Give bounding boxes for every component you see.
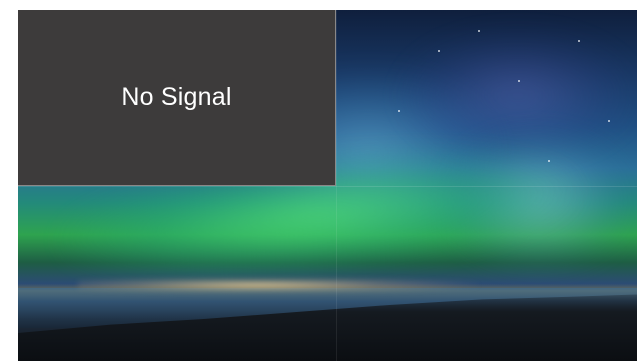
star [608, 120, 610, 122]
no-signal-text: No Signal [121, 83, 232, 111]
main-display: No Signal [18, 10, 637, 361]
star [548, 160, 550, 162]
star [438, 50, 440, 52]
star [578, 40, 580, 42]
horizon-glow [78, 278, 478, 292]
pip-window[interactable]: No Signal [18, 10, 336, 186]
star [398, 110, 400, 112]
divider-horizontal [18, 186, 637, 187]
star [478, 30, 480, 32]
divider-vertical [336, 10, 337, 361]
star [518, 80, 520, 82]
